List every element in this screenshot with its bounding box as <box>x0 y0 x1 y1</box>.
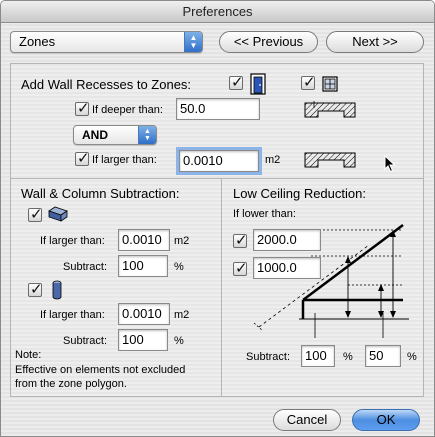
category-select[interactable]: Zones ▲ ▼ <box>10 31 203 53</box>
larger-than-checkbox[interactable] <box>75 149 90 167</box>
wall-larger-label: If larger than: <box>40 235 105 247</box>
window-recess-checkbox[interactable] <box>301 73 316 91</box>
column-larger-label: If larger than: <box>40 309 105 321</box>
note-text: Effective on elements not excluded from … <box>15 364 186 390</box>
popup-arrows-icon: ▲ ▼ <box>184 32 202 52</box>
door-icon <box>250 73 266 95</box>
wall-subtract-unit: % <box>174 261 184 273</box>
wall-subtract-field[interactable]: 100 <box>118 255 168 277</box>
recess-depth-diagram <box>304 100 356 120</box>
height2-checkbox[interactable] <box>233 259 248 277</box>
larger-than-unit: m2 <box>265 154 281 166</box>
wall-subtract-label: Subtract: <box>63 261 108 273</box>
deeper-than-field[interactable]: 50.0 <box>176 98 260 120</box>
window-icon <box>322 76 338 92</box>
deeper-than-checkbox[interactable] <box>75 99 90 117</box>
column-subtract-label: Subtract: <box>63 335 108 347</box>
popup-arrows-icon: ▲ ▼ <box>138 126 156 144</box>
ceiling-subtract1-field[interactable]: 100 <box>301 345 335 367</box>
low-ceiling-title: Low Ceiling Reduction: <box>233 186 366 201</box>
wall-larger-unit: m2 <box>174 235 190 247</box>
preferences-dialog: Preferences Zones ▲ ▼ << Previous Next >>… <box>0 0 435 437</box>
column-larger-unit: m2 <box>174 309 190 321</box>
ok-button[interactable]: OK <box>352 409 420 431</box>
ceiling-subtract2-unit: % <box>407 351 417 363</box>
note-label: Note: <box>15 349 42 361</box>
height1-checkbox[interactable] <box>233 231 248 249</box>
wall-subtraction-checkbox[interactable] <box>28 205 43 223</box>
cancel-button[interactable]: Cancel <box>273 409 341 431</box>
wall-column-title: Wall & Column Subtraction: <box>21 186 180 201</box>
ceiling-subtract2-field[interactable]: 50 <box>365 345 401 367</box>
recess-area-diagram <box>304 150 356 170</box>
wall-icon <box>47 205 69 223</box>
door-recess-checkbox[interactable] <box>229 73 244 91</box>
column-subtract-field[interactable]: 100 <box>118 329 168 351</box>
operator-select-value: AND <box>82 128 108 142</box>
wall-larger-field[interactable]: 0.0010 <box>118 229 170 251</box>
column-divider <box>221 178 222 396</box>
column-icon <box>51 280 63 300</box>
column-subtraction-checkbox[interactable] <box>28 280 43 298</box>
deeper-than-label: If deeper than: <box>92 104 163 116</box>
previous-button[interactable]: << Previous <box>219 31 318 53</box>
next-button[interactable]: Next >> <box>326 31 424 53</box>
larger-than-field[interactable]: 0.0010 <box>176 147 262 175</box>
wall-recesses-title: Add Wall Recesses to Zones: <box>21 77 192 92</box>
height2-field[interactable]: 1000.0 <box>253 257 321 279</box>
ceiling-subtract1-unit: % <box>343 351 353 363</box>
section-divider <box>11 178 423 179</box>
mouse-cursor-icon <box>384 154 396 173</box>
larger-than-label: If larger than: <box>92 154 157 166</box>
height1-field[interactable]: 2000.0 <box>253 229 321 251</box>
category-select-value: Zones <box>19 34 56 49</box>
column-subtract-unit: % <box>174 335 184 347</box>
ceiling-subtract-label: Subtract: <box>246 351 291 363</box>
window-title: Preferences <box>1 1 434 23</box>
column-larger-field[interactable]: 0.0010 <box>118 303 170 325</box>
operator-select[interactable]: AND ▲ ▼ <box>73 125 157 145</box>
